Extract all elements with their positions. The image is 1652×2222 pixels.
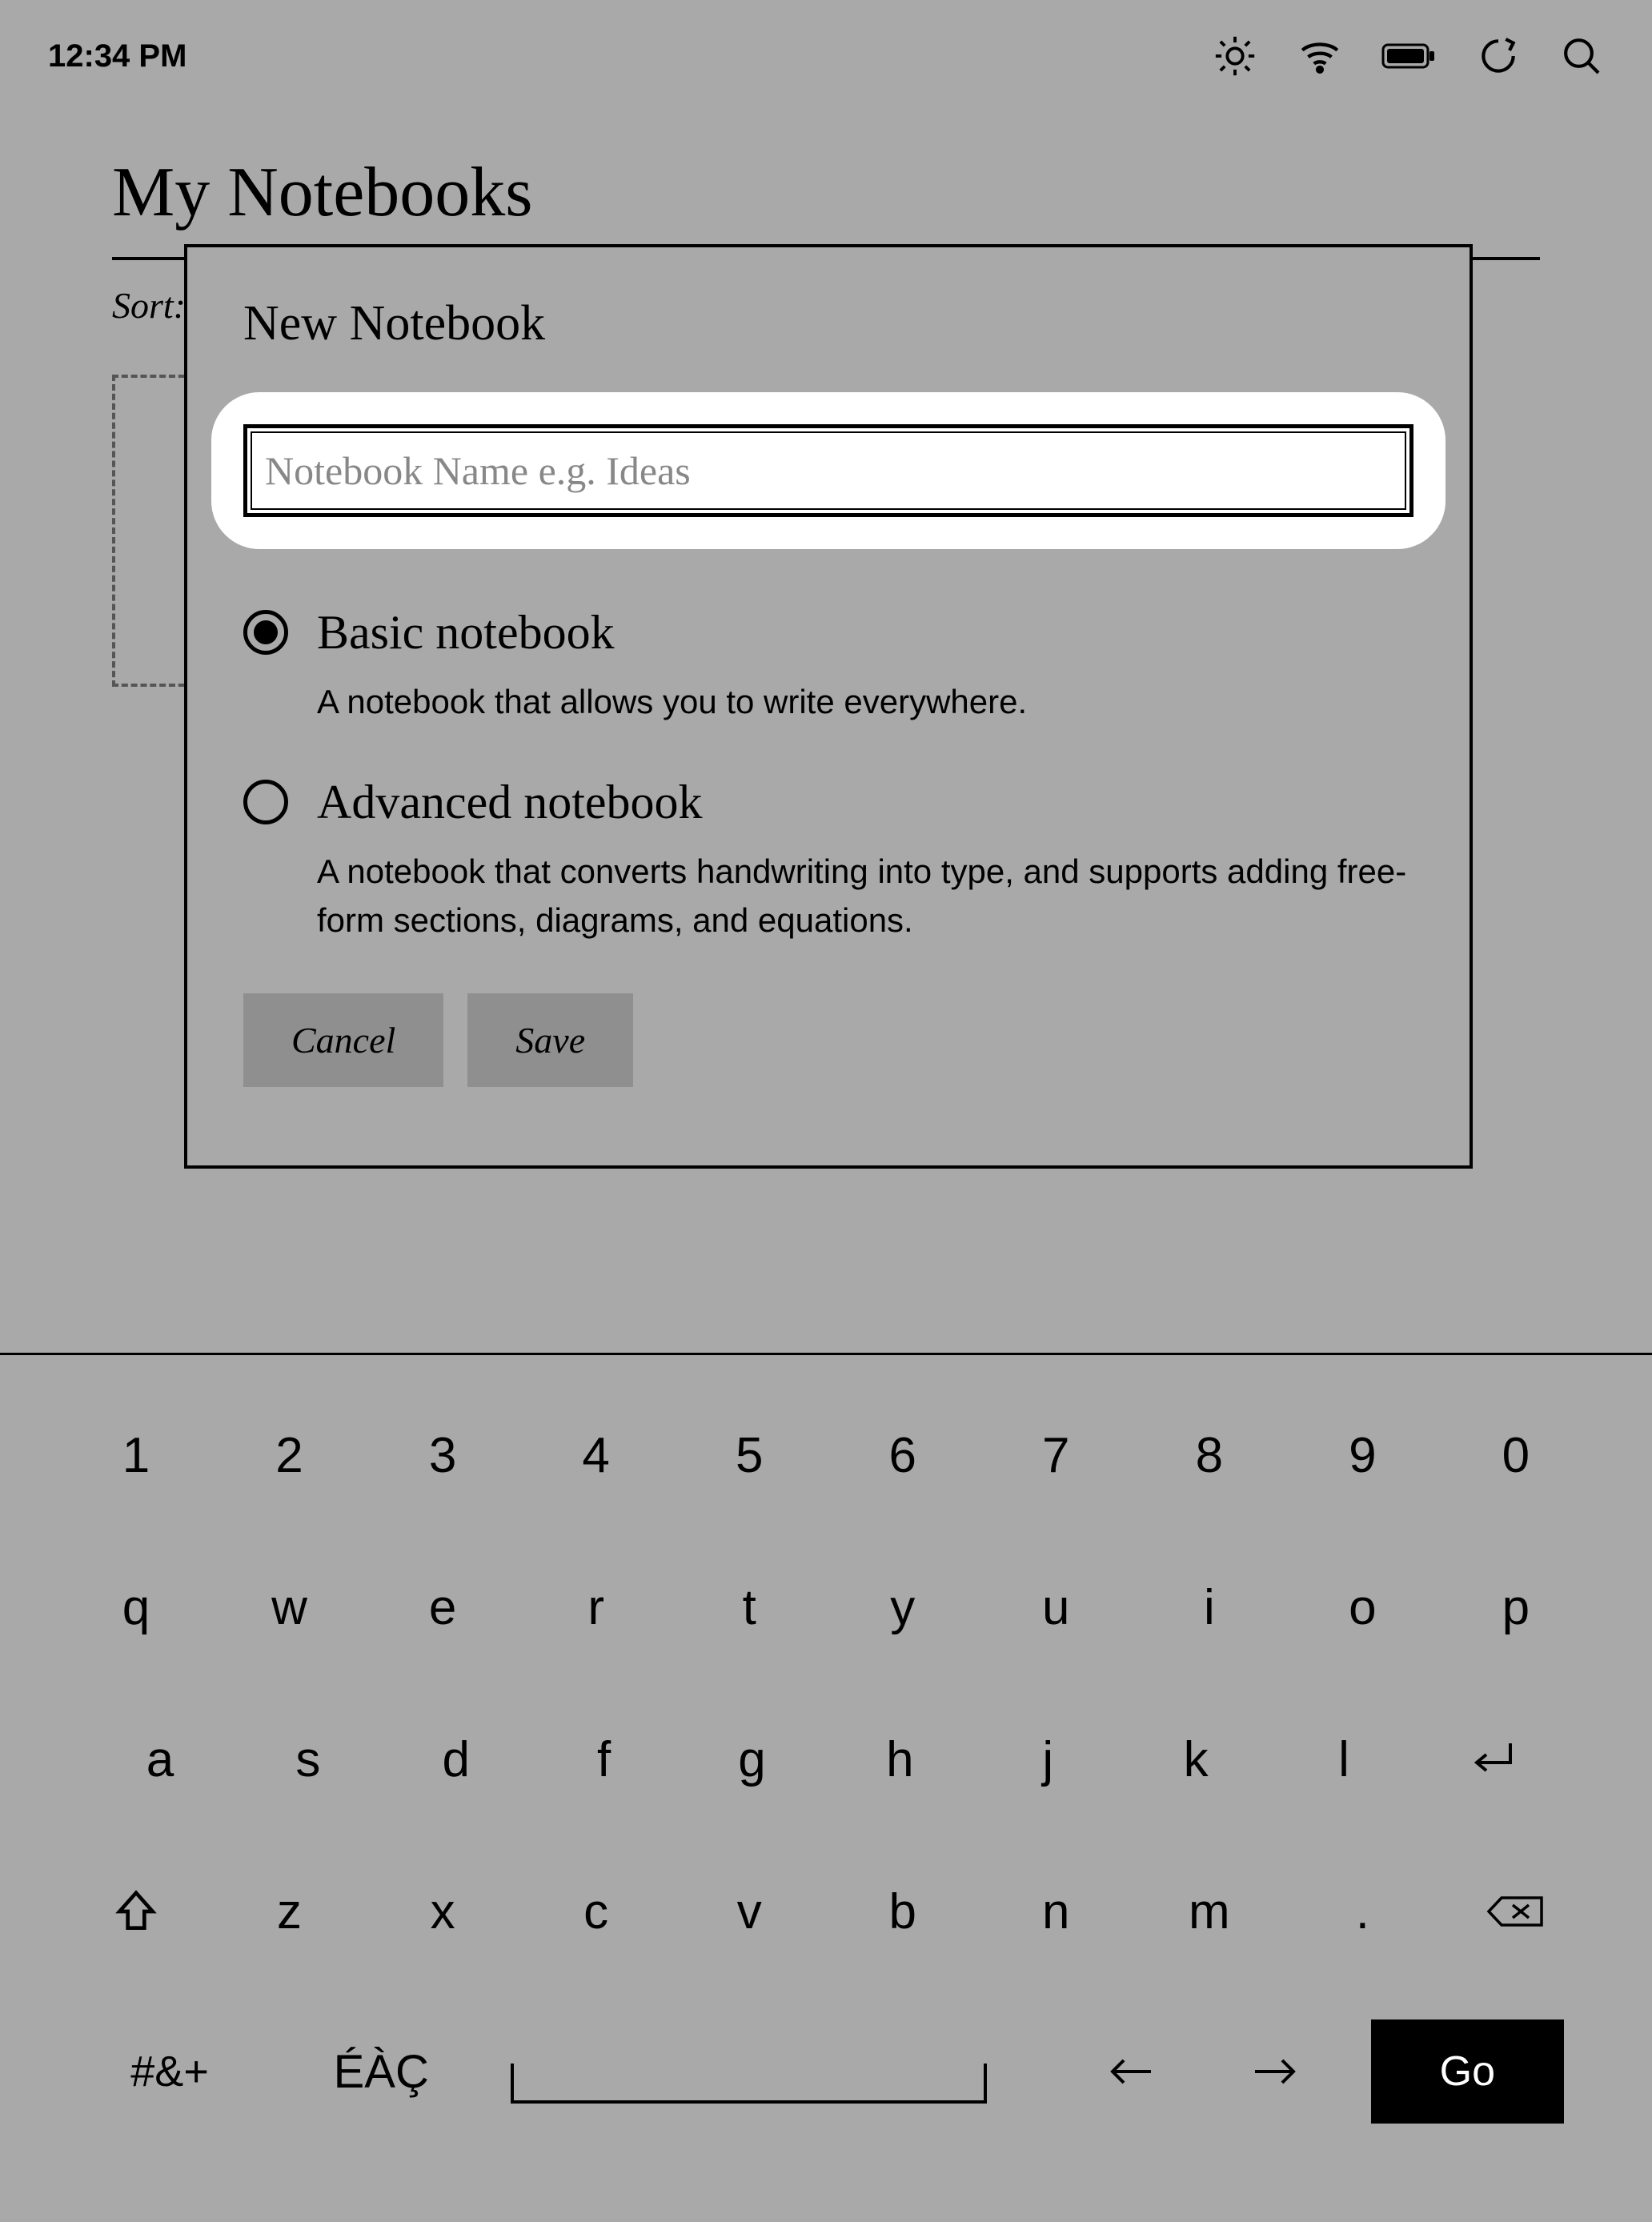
clock: 12:34 PM	[48, 38, 186, 74]
dialog-title: New Notebook	[243, 295, 1413, 352]
key-t[interactable]: t	[701, 1563, 797, 1651]
key-u[interactable]: u	[1008, 1563, 1104, 1651]
key-y[interactable]: y	[855, 1563, 951, 1651]
radio-advanced[interactable]	[243, 780, 288, 824]
key-j[interactable]: j	[1000, 1715, 1096, 1803]
key-w[interactable]: w	[242, 1563, 338, 1651]
key-space[interactable]	[511, 2064, 986, 2104]
keyboard-row-qwerty: q w e r t y u i o p	[88, 1563, 1564, 1651]
option-advanced-desc: A notebook that converts handwriting int…	[317, 848, 1413, 945]
new-notebook-dialog: New Notebook Basic notebook A notebook t…	[184, 244, 1473, 1169]
key-1[interactable]: 1	[88, 1411, 184, 1499]
option-basic-notebook[interactable]: Basic notebook A notebook that allows yo…	[243, 605, 1413, 727]
key-arrow-left[interactable]	[1083, 2027, 1179, 2116]
key-p[interactable]: p	[1468, 1563, 1564, 1651]
key-0[interactable]: 0	[1468, 1411, 1564, 1499]
key-accents[interactable]: ÉÀÇ	[299, 2027, 463, 2116]
cancel-button[interactable]: Cancel	[243, 993, 443, 1087]
status-icons	[1212, 33, 1604, 79]
battery-icon[interactable]	[1381, 40, 1437, 72]
key-q[interactable]: q	[88, 1563, 184, 1651]
key-period[interactable]: .	[1314, 1867, 1410, 1955]
name-input-highlight	[211, 392, 1446, 549]
radio-basic[interactable]	[243, 610, 288, 655]
key-m[interactable]: m	[1161, 1867, 1257, 1955]
key-enter[interactable]	[1444, 1715, 1540, 1803]
wifi-icon[interactable]	[1297, 33, 1343, 79]
key-z[interactable]: z	[242, 1867, 338, 1955]
key-i[interactable]: i	[1161, 1563, 1257, 1651]
option-basic-title: Basic notebook	[317, 605, 1413, 660]
on-screen-keyboard: 1 2 3 4 5 6 7 8 9 0 q w e r t y u i o p …	[0, 1353, 1652, 2222]
key-e[interactable]: e	[395, 1563, 491, 1651]
option-basic-desc: A notebook that allows you to write ever…	[317, 678, 1413, 727]
key-s[interactable]: s	[260, 1715, 356, 1803]
notebook-name-input[interactable]	[251, 431, 1406, 510]
key-arrow-right[interactable]	[1227, 2027, 1323, 2116]
page-title: My Notebooks	[112, 152, 1540, 233]
status-bar: 12:34 PM	[0, 0, 1652, 112]
keyboard-row-bottom: #&+ ÉÀÇ Go	[88, 2019, 1564, 2124]
search-icon[interactable]	[1559, 34, 1604, 78]
keyboard-row-asdf: a s d f g h j k l	[88, 1715, 1564, 1803]
key-o[interactable]: o	[1314, 1563, 1410, 1651]
key-f[interactable]: f	[556, 1715, 652, 1803]
key-b[interactable]: b	[855, 1867, 951, 1955]
key-n[interactable]: n	[1008, 1867, 1104, 1955]
key-l[interactable]: l	[1296, 1715, 1392, 1803]
key-a[interactable]: a	[112, 1715, 208, 1803]
key-5[interactable]: 5	[701, 1411, 797, 1499]
option-advanced-notebook[interactable]: Advanced notebook A notebook that conver…	[243, 775, 1413, 945]
option-advanced-title: Advanced notebook	[317, 775, 1413, 830]
brightness-icon[interactable]	[1212, 33, 1258, 79]
key-6[interactable]: 6	[855, 1411, 951, 1499]
keyboard-row-numbers: 1 2 3 4 5 6 7 8 9 0	[88, 1411, 1564, 1499]
name-input-frame	[243, 424, 1413, 517]
key-r[interactable]: r	[548, 1563, 644, 1651]
key-g[interactable]: g	[704, 1715, 800, 1803]
key-8[interactable]: 8	[1161, 1411, 1257, 1499]
key-h[interactable]: h	[852, 1715, 948, 1803]
key-7[interactable]: 7	[1008, 1411, 1104, 1499]
key-x[interactable]: x	[395, 1867, 491, 1955]
key-shift[interactable]	[88, 1867, 184, 1955]
sync-icon[interactable]	[1476, 34, 1521, 78]
key-2[interactable]: 2	[242, 1411, 338, 1499]
key-9[interactable]: 9	[1314, 1411, 1410, 1499]
save-button[interactable]: Save	[467, 993, 633, 1087]
keyboard-row-zxcv: z x c v b n m .	[88, 1867, 1564, 1955]
key-go[interactable]: Go	[1371, 2019, 1564, 2124]
key-backspace[interactable]	[1468, 1867, 1564, 1955]
key-4[interactable]: 4	[548, 1411, 644, 1499]
key-d[interactable]: d	[408, 1715, 504, 1803]
key-k[interactable]: k	[1148, 1715, 1244, 1803]
key-3[interactable]: 3	[395, 1411, 491, 1499]
key-c[interactable]: c	[548, 1867, 644, 1955]
key-v[interactable]: v	[701, 1867, 797, 1955]
key-symbols[interactable]: #&+	[88, 2027, 251, 2116]
